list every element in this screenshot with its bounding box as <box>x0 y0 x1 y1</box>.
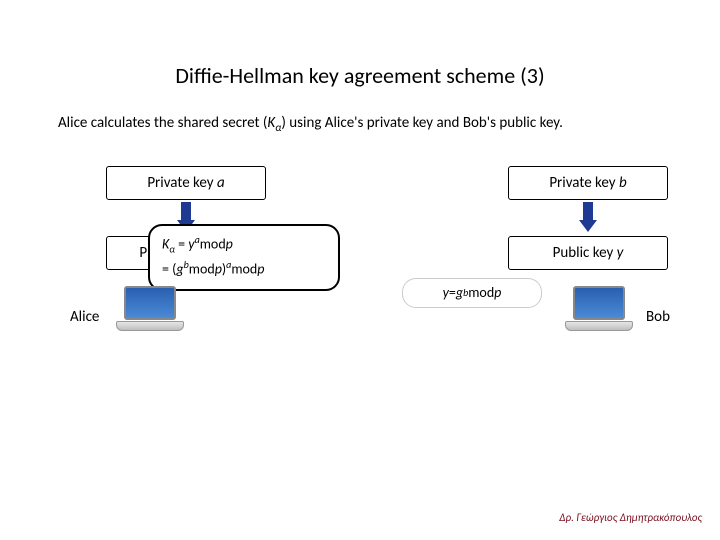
pub-y-label: Public key <box>553 244 614 262</box>
calc-p2: p <box>215 261 222 278</box>
alice-laptop-icon <box>115 286 185 336</box>
calc-eq1: = <box>175 235 188 252</box>
alice-private-key-box: Private key a <box>106 166 266 200</box>
calc-mod3: mod <box>231 261 257 278</box>
description: Alice calculates the shared secret (Kα) … <box>0 113 720 136</box>
priv-a-var: a <box>217 174 225 192</box>
yf-p: p <box>494 284 501 301</box>
pub-y-var: y <box>617 244 624 262</box>
slide-title: Diffie-Hellman key agreement scheme (3) <box>0 0 720 113</box>
calc-mod2: mod <box>189 261 215 278</box>
alice-label: Alice <box>70 308 99 326</box>
bob-private-key-box: Private key b <box>508 166 668 200</box>
calc-g: g <box>176 261 183 278</box>
yf-g: g <box>456 284 463 301</box>
priv-b-label: Private key <box>549 174 615 192</box>
shared-secret-calc: Kα = yamodp = (gbmodp)amodp <box>148 224 340 292</box>
yf-eq: = <box>449 284 456 301</box>
calc-r2-pre: = ( <box>162 261 176 278</box>
calc-mod1: mod <box>200 235 226 252</box>
desc-post: ) using Alice's private key and Bob's pu… <box>281 114 563 132</box>
priv-a-label: Private key <box>147 174 213 192</box>
footer-author: Δρ. Γεώργιος Δημητρακόπουλος <box>559 511 702 524</box>
bob-public-key-box: Public key y <box>508 236 668 270</box>
calc-p3: p <box>257 261 264 278</box>
desc-pre: Alice calculates the shared secret ( <box>58 114 267 132</box>
y-formula-bubble: y = gbmodp <box>402 278 542 308</box>
bob-laptop-icon <box>564 286 634 336</box>
arrow-bob-icon <box>582 202 594 232</box>
calc-row1: Kα = yamodp <box>162 232 326 258</box>
calc-row2: = (gbmodp)amodp <box>162 257 326 281</box>
diagram-stage: Private key a Private key b Pu Public ke… <box>0 166 720 426</box>
bob-label: Bob <box>646 308 670 326</box>
calc-p1: p <box>226 235 233 252</box>
priv-b-var: b <box>619 174 627 192</box>
yf-mod: mod <box>468 284 494 301</box>
